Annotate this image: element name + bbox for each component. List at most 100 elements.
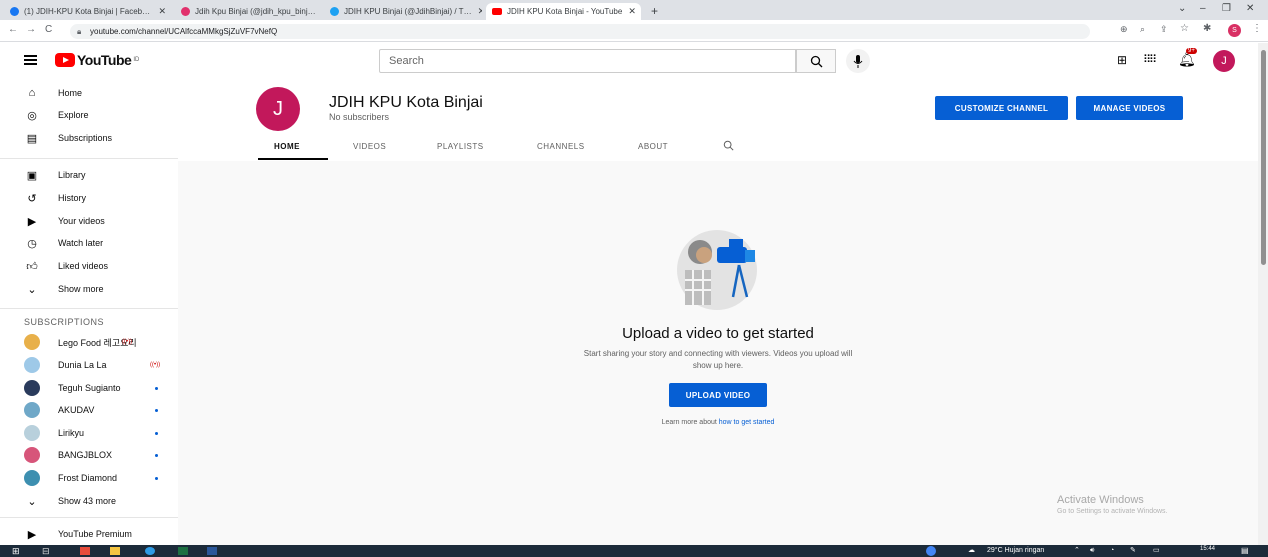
channel-header: J JDIH KPU Kota Binjai No subscribers <box>178 79 1258 161</box>
subscription-item[interactable]: Dunia La La ((•)) <box>0 354 178 376</box>
close-icon[interactable]: ✕ <box>316 6 320 17</box>
share-icon[interactable]: ⇪ <box>1160 24 1168 35</box>
windows-start-icon[interactable]: ⊞ <box>12 545 20 557</box>
tab-channels[interactable]: CHANNELS <box>537 142 585 151</box>
close-icon[interactable]: ✕ <box>152 6 166 17</box>
task-view-icon[interactable]: ⊟ <box>42 545 50 557</box>
how-to-get-started-link[interactable]: how to get started <box>719 419 775 426</box>
sidebar-item-premium[interactable]: ▶ YouTube Premium <box>0 523 178 545</box>
twitter-icon <box>330 7 339 16</box>
camera-person-illustration <box>677 230 757 310</box>
browser-menu-icon[interactable]: ⋮ <box>1252 23 1262 34</box>
close-icon[interactable]: ✕ <box>622 6 636 17</box>
new-tab-button[interactable]: + <box>651 4 658 18</box>
empty-state-title: Upload a video to get started <box>622 325 814 342</box>
sidebar-item-subscriptions[interactable]: ▤ Subscriptions <box>0 127 178 149</box>
account-avatar[interactable]: J <box>1213 50 1235 72</box>
subscription-item[interactable]: BANGJBLOX <box>0 444 178 466</box>
subscription-label: AKUDAV <box>58 405 95 415</box>
scrollbar-thumb[interactable] <box>1261 50 1266 265</box>
volume-icon[interactable]: 🔊︎ <box>1090 545 1094 557</box>
bookmark-star-icon[interactable]: ☆ <box>1180 23 1189 34</box>
subscription-label: Lirikyu <box>58 428 85 438</box>
chrome-taskbar-icon[interactable] <box>926 546 936 556</box>
file-explorer-icon[interactable] <box>110 547 120 555</box>
logo-region: ID <box>133 57 140 63</box>
library-icon: ▣ <box>26 169 38 182</box>
voice-search-button[interactable] <box>846 49 870 73</box>
edge-browser-icon[interactable] <box>145 547 155 555</box>
subscription-item[interactable]: Lego Food 레고요리 ((•)) <box>0 331 178 353</box>
back-icon[interactable]: ← <box>8 24 18 35</box>
forward-icon[interactable]: → <box>26 24 36 35</box>
tab-label: (1) JDIH-KPU Kota Binjai | Faceb… <box>24 7 151 16</box>
hamburger-menu-icon[interactable] <box>24 55 37 65</box>
sidebar-item-label: Your videos <box>58 216 105 226</box>
tab-about[interactable]: ABOUT <box>638 142 668 151</box>
minimize-icon[interactable]: – <box>1200 3 1206 14</box>
browser-tab-youtube[interactable]: JDIH KPU Kota Binjai - YouTube ✕ <box>486 3 641 20</box>
subscription-item[interactable]: Frost Diamond <box>0 467 178 489</box>
url-text: youtube.com/channel/UCAlfccaMMkgSjZuVF7v… <box>90 27 278 36</box>
keyboard-icon[interactable]: ▭ <box>1153 545 1160 557</box>
tab-videos[interactable]: VIDEOS <box>353 142 386 151</box>
customize-channel-button[interactable]: CUSTOMIZE CHANNEL <box>935 96 1068 120</box>
install-icon[interactable]: ⊕ <box>1120 24 1128 35</box>
sidebar-item-show-more-subs[interactable]: ⌄ Show 43 more <box>0 490 178 512</box>
youtube-logo[interactable]: YouTube ID <box>55 52 139 68</box>
reload-icon[interactable]: C <box>45 24 52 35</box>
subscription-item[interactable]: Teguh Sugianto <box>0 377 178 399</box>
tab-label: JDIH KPU Binjai (@JdihBinjai) / T… <box>344 7 472 16</box>
manage-videos-button[interactable]: MANAGE VIDEOS <box>1076 96 1183 120</box>
youtube-favicon-icon <box>492 8 502 15</box>
divider <box>0 308 178 309</box>
search-button[interactable] <box>796 49 836 73</box>
microphone-icon <box>853 54 863 68</box>
browser-tab-twitter[interactable]: JDIH KPU Binjai (@JdihBinjai) / T… ✕ <box>324 3 482 20</box>
apps-grid-icon[interactable]: ⠿⠿ <box>1143 53 1157 66</box>
subscriber-count: No subscribers <box>329 112 390 122</box>
taskbar-app-icon[interactable] <box>80 547 90 555</box>
tray-chevron-icon[interactable]: ⌃ <box>1074 545 1080 557</box>
profile-avatar[interactable]: S <box>1228 24 1241 37</box>
excel-icon[interactable] <box>178 547 188 555</box>
sidebar-item-explore[interactable]: ◎ Explore <box>0 104 178 126</box>
search-input[interactable]: Search <box>379 49 796 73</box>
sidebar-item-watch-later[interactable]: ◷ Watch later <box>0 232 178 254</box>
upload-video-button[interactable]: UPLOAD VIDEO <box>669 383 767 407</box>
new-content-dot <box>155 477 158 480</box>
sidebar-item-library[interactable]: ▣ Library <box>0 164 178 186</box>
notification-center-icon[interactable]: ▤ <box>1241 545 1249 557</box>
sidebar-item-show-more[interactable]: ⌄ Show more <box>0 278 178 300</box>
create-video-icon[interactable]: ⊞ <box>1117 53 1127 67</box>
subscription-item[interactable]: AKUDAV <box>0 399 178 421</box>
weather-text[interactable]: 29°C Hujan ringan <box>987 545 1044 557</box>
zoom-icon[interactable]: ⌕ <box>1140 24 1145 35</box>
sidebar-item-liked-videos[interactable]: 👍︎ Liked videos <box>0 255 178 277</box>
sidebar-item-history[interactable]: ↺ History <box>0 187 178 209</box>
sidebar-item-your-videos[interactable]: ▶ Your videos <box>0 210 178 232</box>
new-content-dot <box>155 387 158 390</box>
tab-playlists[interactable]: PLAYLISTS <box>437 142 484 151</box>
compass-icon: ◎ <box>27 109 37 122</box>
sidebar-item-home[interactable]: ⌂ Home <box>0 82 178 104</box>
tab-search-icon[interactable]: ⌄ <box>1178 3 1186 14</box>
url-field[interactable]: 🔒︎ youtube.com/channel/UCAlfccaMMkgSjZuV… <box>70 24 1090 39</box>
close-icon[interactable]: ✕ <box>472 6 482 17</box>
weather-icon[interactable]: ☁ <box>968 545 975 557</box>
sidebar-item-label: Liked videos <box>58 261 109 271</box>
restore-icon[interactable]: ❐ <box>1222 3 1231 14</box>
browser-tab-facebook[interactable]: (1) JDIH-KPU Kota Binjai | Faceb… ✕ <box>4 3 172 20</box>
window-close-icon[interactable]: ✕ <box>1246 3 1254 14</box>
word-icon[interactable] <box>207 547 217 555</box>
empty-state-description-2: show up here. <box>692 361 744 370</box>
channel-avatar <box>24 334 40 350</box>
browser-tab-instagram[interactable]: Jdih Kpu Binjai (@jdih_kpu_binj… ✕ <box>175 3 320 20</box>
extensions-icon[interactable]: ✱ <box>1203 23 1211 34</box>
subscription-item[interactable]: Lirikyu <box>0 422 178 444</box>
tab-home[interactable]: HOME <box>274 142 300 151</box>
channel-search-icon[interactable] <box>723 140 734 151</box>
network-icon[interactable]: ◔ <box>1110 545 1114 557</box>
clock-time[interactable]: 15:44 <box>1200 545 1215 553</box>
pen-icon[interactable]: ✎ <box>1130 545 1136 557</box>
